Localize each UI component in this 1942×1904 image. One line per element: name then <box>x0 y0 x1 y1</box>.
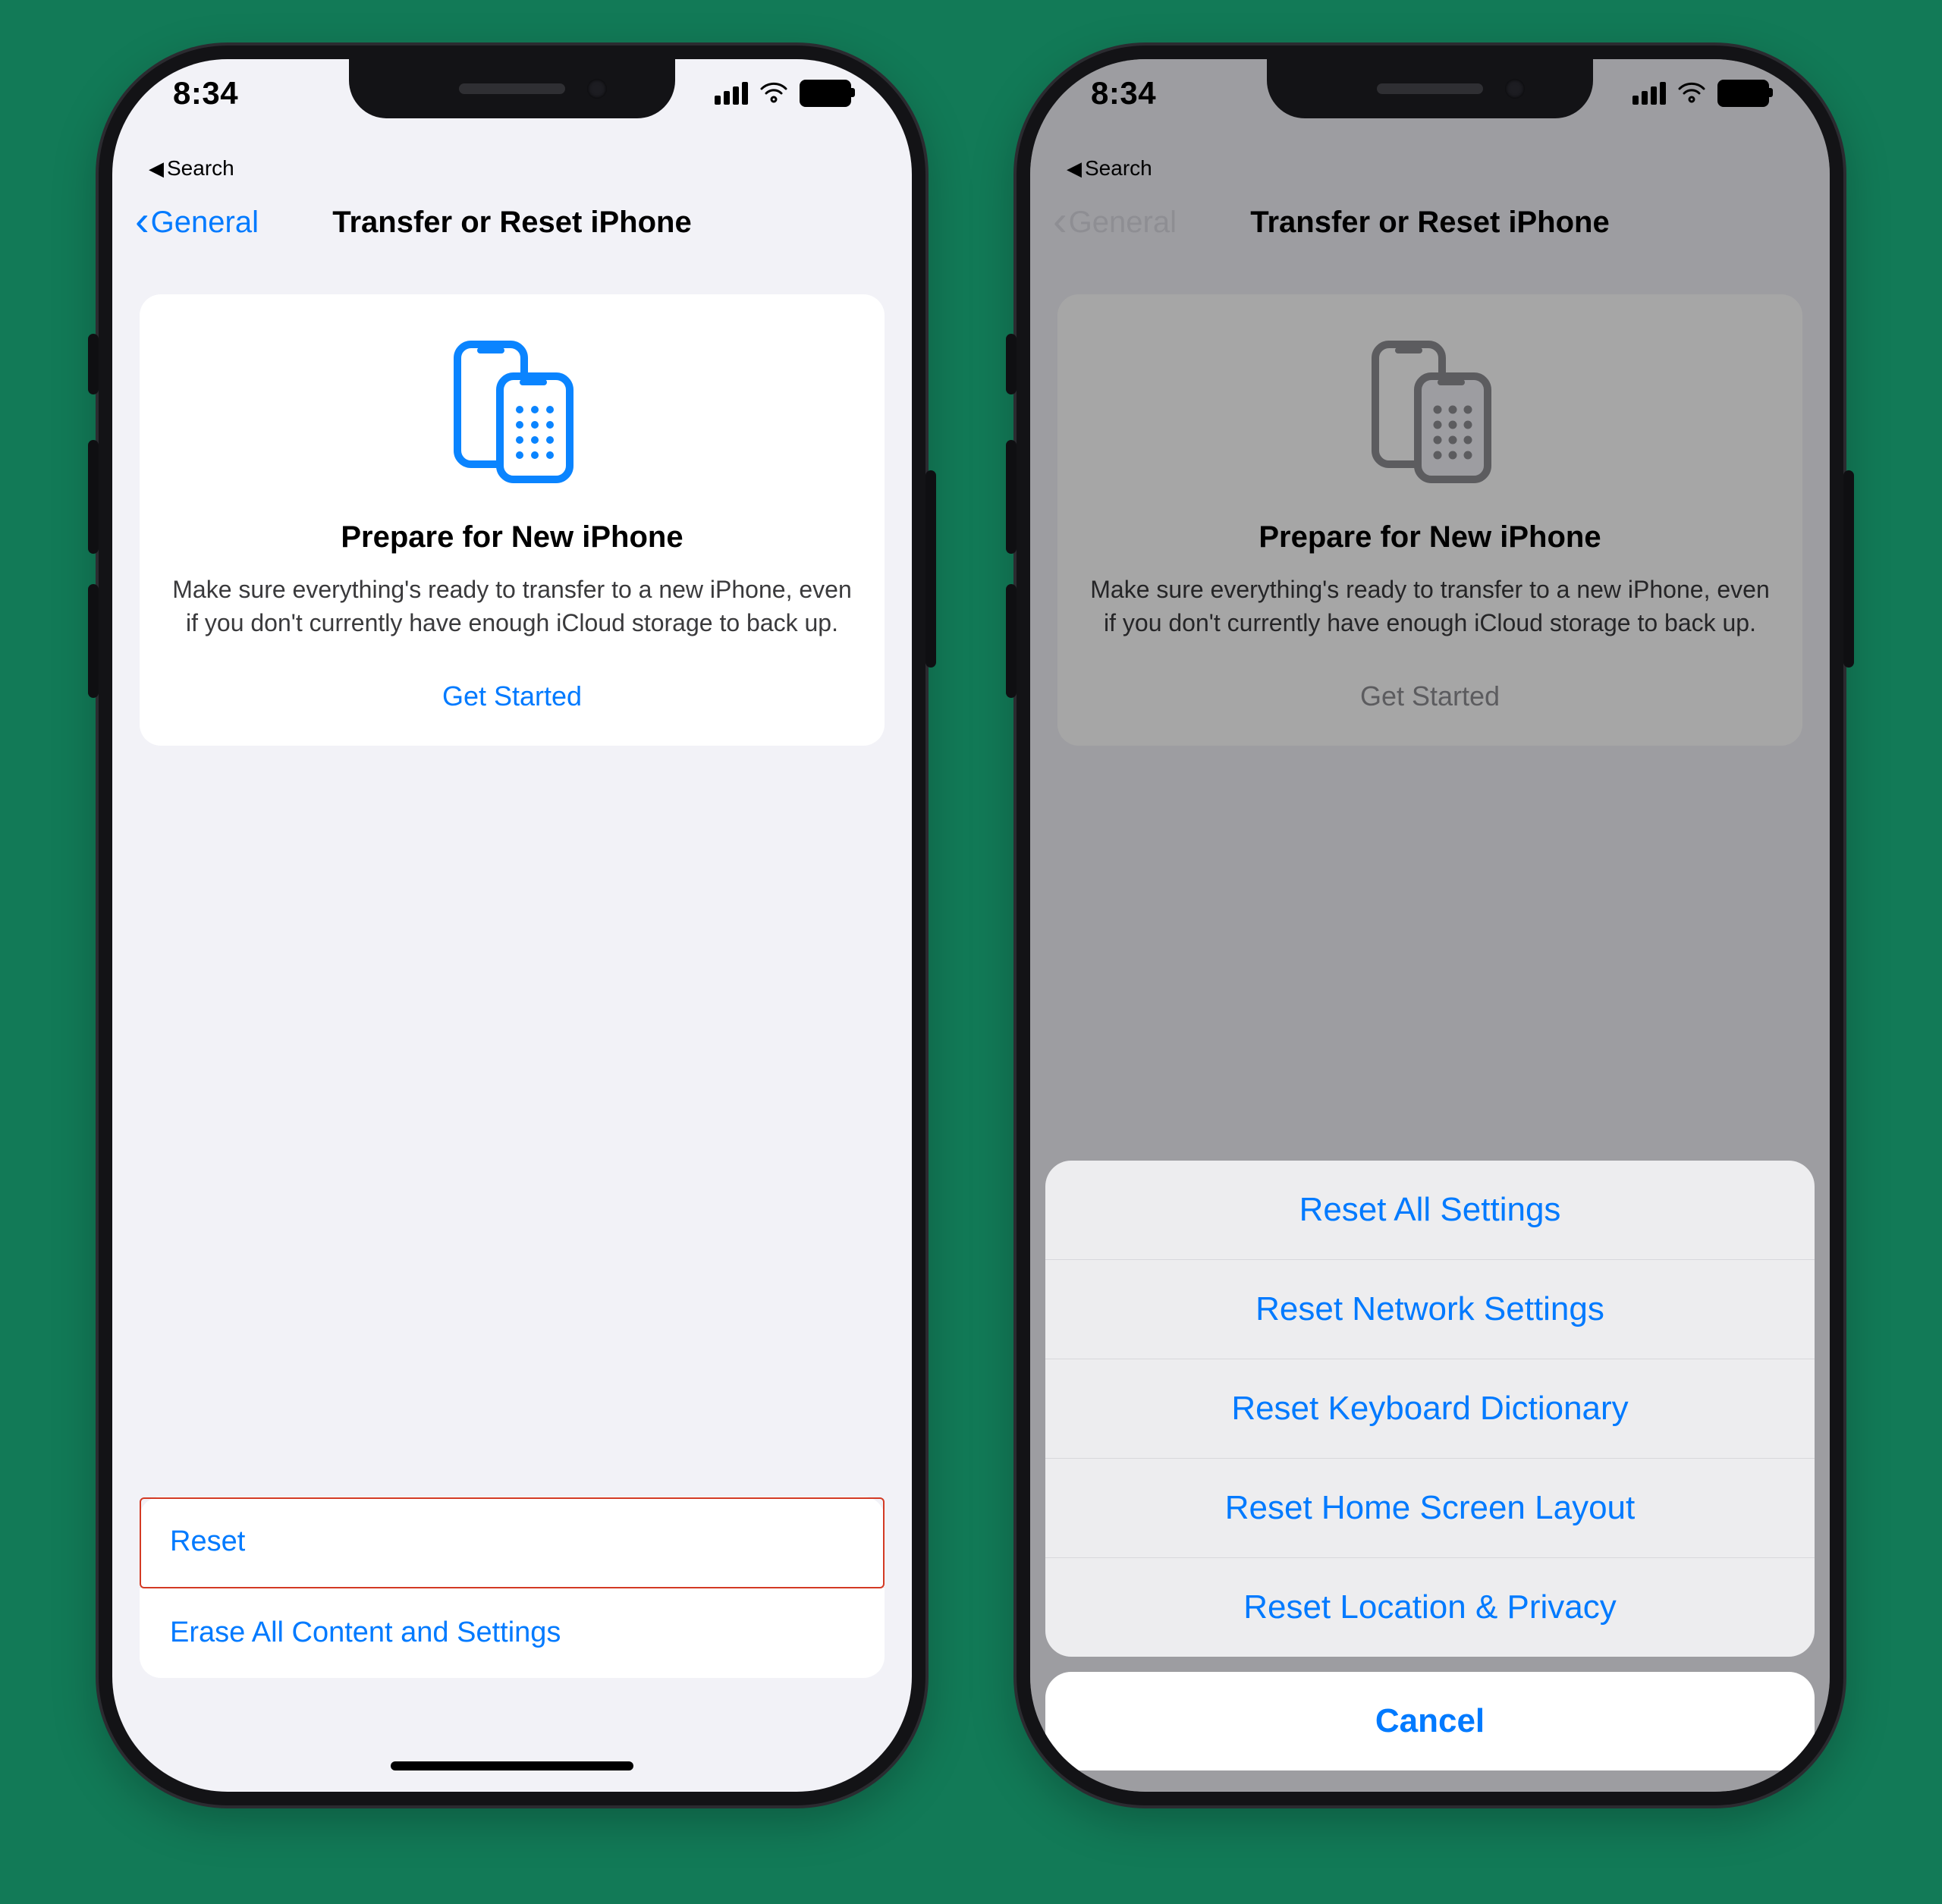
phone-left: 8:34 ◀ Search ‹ General Transfer <box>99 46 925 1805</box>
breadcrumb-label: Search <box>1085 156 1152 181</box>
wifi-icon <box>759 82 789 105</box>
cellular-signal-icon <box>1632 82 1666 105</box>
get-started-button[interactable]: Get Started <box>442 680 582 712</box>
sheet-reset-network[interactable]: Reset Network Settings <box>1045 1259 1815 1359</box>
battery-icon <box>800 80 851 107</box>
card-body: Make sure everything's ready to transfer… <box>170 573 854 639</box>
status-time: 8:34 <box>173 75 238 112</box>
cellular-signal-icon <box>715 82 748 105</box>
chevron-left-icon: ◀ <box>1067 157 1082 181</box>
sheet-reset-keyboard[interactable]: Reset Keyboard Dictionary <box>1045 1359 1815 1458</box>
sheet-reset-all[interactable]: Reset All Settings <box>1045 1161 1815 1259</box>
sheet-cancel-button[interactable]: Cancel <box>1045 1672 1815 1770</box>
nav-back-button[interactable]: ‹ General <box>135 203 259 242</box>
breadcrumb-back[interactable]: ◀ Search <box>149 156 234 181</box>
breadcrumb-back[interactable]: ◀ Search <box>1067 156 1152 181</box>
nav-back-button: ‹ General <box>1053 203 1177 242</box>
prepare-card: Prepare for New iPhone Make sure everyth… <box>140 294 885 746</box>
chevron-left-icon: ◀ <box>149 157 164 181</box>
chevron-left-icon: ‹ <box>1053 200 1067 242</box>
phone-right: 8:34 ◀ Search ‹ General Transfer <box>1017 46 1843 1805</box>
home-indicator[interactable] <box>391 1761 633 1770</box>
breadcrumb-label: Search <box>167 156 234 181</box>
sheet-reset-location[interactable]: Reset Location & Privacy <box>1045 1557 1815 1657</box>
status-time: 8:34 <box>1091 75 1156 112</box>
action-sheet: Reset All Settings Reset Network Setting… <box>1045 1161 1815 1770</box>
card-title: Prepare for New iPhone <box>170 520 854 555</box>
sheet-reset-home[interactable]: Reset Home Screen Layout <box>1045 1458 1815 1557</box>
two-phones-icon <box>444 340 580 484</box>
chevron-left-icon: ‹ <box>135 200 149 242</box>
nav-back-label: General <box>1069 206 1177 240</box>
nav-back-label: General <box>151 206 259 240</box>
wifi-icon <box>1676 82 1707 105</box>
battery-icon <box>1717 80 1769 107</box>
